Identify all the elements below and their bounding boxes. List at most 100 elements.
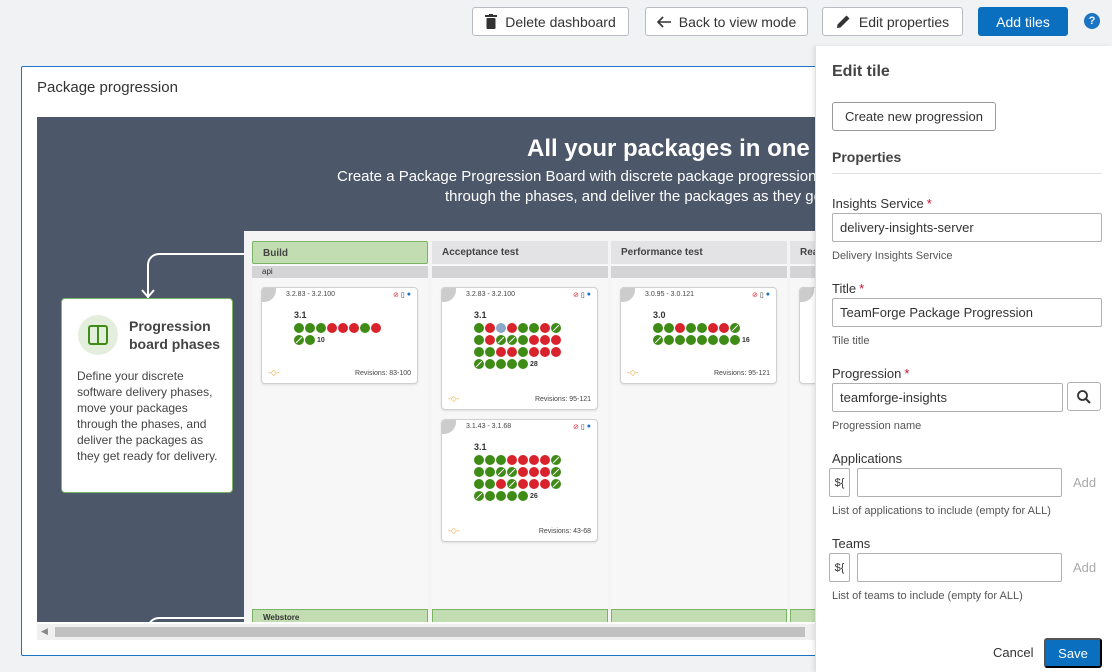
applications-help: List of applications to include (empty f… [832,505,1051,517]
callout-title: Progression board phases [129,318,221,352]
delete-dashboard-label: Delete dashboard [505,13,616,30]
column-header: Build [252,241,428,264]
tile-range: 3.0.95 - 3.0.121 [645,291,695,298]
build-dots: 10 [294,323,434,347]
tile-revisions: Revisions: 95-121 [534,396,591,403]
lane-label: api [252,266,428,278]
lane-label [432,609,608,622]
status-icons: ⊘ ▯ ● [573,291,591,299]
title-field[interactable]: TeamForge Package Progression [832,298,1102,327]
hub-icon: -◇- [268,368,280,377]
column-header: Performance test [611,241,787,264]
divider [832,173,1102,174]
board-preview: Build api Webstore 3.2.83 - 3.2.100 ⊘ ▯ ● … [244,231,827,622]
lane-label [611,266,787,278]
column-acceptance: Acceptance test 3.2.83 - 3.2.100 ⊘ ▯ ● 3.1… [432,241,608,622]
applications-variable-button[interactable]: ${ [829,468,850,497]
teams-label: Teams [832,536,871,551]
package-tile: 3.2.83 - 3.2.100 ⊘ ▯ ● 3.1 10 -◇- Revision… [261,287,418,384]
add-tiles-button[interactable]: Add tiles [978,7,1068,36]
back-to-view-button[interactable]: Back to view mode [645,7,808,36]
tile-revisions: Revisions: 83-100 [354,370,411,377]
tile-range: 3.2.83 - 3.2.100 [466,291,516,298]
banner-title: All your packages in one bo [527,135,827,162]
insights-service-label: Insights Service * [832,196,932,211]
scroll-left-icon[interactable]: ◀ [41,626,48,637]
hub-icon: -◇- [448,394,460,403]
dot-count: 26 [530,493,538,500]
columns-icon [78,315,118,355]
onboarding-banner: All your packages in one bo Create a Pac… [37,117,827,622]
column-performance: Performance test 3.0.95 - 3.0.121 ⊘ ▯ ● 3.… [611,241,787,622]
insights-service-field[interactable]: delivery-insights-server [832,213,1102,242]
delete-dashboard-button[interactable]: Delete dashboard [472,7,629,36]
progression-phases-callout: Progression board phases Define your dis… [61,298,233,493]
teams-add-link[interactable]: Add [1073,560,1096,575]
create-progression-button[interactable]: Create new progression [832,102,996,131]
tile-version: 3.1 [294,310,307,320]
package-progression-tile[interactable]: Package progression All your packages in… [21,66,841,656]
panel-title: Edit tile [832,63,890,80]
dot-count: 16 [742,337,750,344]
build-dots: 26 [474,455,614,503]
cancel-button[interactable]: Cancel [993,645,1033,660]
connector-line [147,253,247,298]
properties-heading: Properties [832,149,902,165]
hub-icon: -◇- [627,368,639,377]
help-icon[interactable]: ? [1084,13,1100,29]
tile-title: Package progression [37,79,178,96]
tile-version: 3.1 [474,442,487,452]
column-header: Acceptance test [432,241,608,264]
package-tile: 3.0.95 - 3.0.121 ⊘ ▯ ● 3.0 16 -◇- Revision… [620,287,777,384]
hub-icon: -◇- [448,526,460,535]
applications-add-link[interactable]: Add [1073,475,1096,490]
build-dots: 16 [653,323,793,347]
pencil-icon [836,15,850,28]
package-tile: 3.1.43 - 3.1.68 ⊘ ▯ ● 3.1 26 -◇- Revisions… [441,419,598,542]
teams-variable-button[interactable]: ${ [829,553,850,582]
progression-label: Progression * [832,366,910,381]
search-icon [1077,389,1091,404]
build-dots: 28 [474,323,614,371]
status-icons: ⊘ ▯ ● [752,291,770,299]
search-button[interactable] [1067,382,1101,411]
insights-service-help: Delivery Insights Service [832,250,953,262]
status-icons: ⊘ ▯ ● [573,423,591,431]
trash-icon [485,14,498,29]
title-label: Title * [832,281,865,296]
scrollbar-thumb[interactable] [55,627,805,637]
status-icons: ⊘ ▯ ● [393,291,411,299]
title-help: Tile title [832,335,870,347]
tile-version: 3.1 [474,310,487,320]
edit-properties-label: Edit properties [858,13,950,30]
banner-subtitle-line1: Create a Package Progression Board with … [337,168,827,185]
teams-help: List of teams to include (empty for ALL) [832,590,1023,602]
dot-count: 10 [317,337,325,344]
back-to-view-label: Back to view mode [678,13,797,30]
column-build: Build api Webstore 3.2.83 - 3.2.100 ⊘ ▯ ● … [252,241,428,622]
tile-revisions: Revisions: 43-68 [538,528,591,535]
applications-input[interactable] [857,468,1062,497]
arrow-left-icon [656,15,671,28]
edit-tile-panel: Edit tile Create new progression Propert… [815,46,1112,672]
connector-line-bottom [147,617,247,622]
progression-field[interactable]: teamforge-insights [832,383,1063,412]
lane-label: Webstore [252,609,428,622]
tile-version: 3.0 [653,310,666,320]
save-button[interactable]: Save [1044,638,1102,668]
progression-help: Progression name [832,420,922,432]
package-tile: 3.2.83 - 3.2.100 ⊘ ▯ ● 3.1 28 -◇- Revision… [441,287,598,410]
applications-label: Applications [832,451,903,466]
add-tiles-label: Add tiles [996,13,1050,30]
lane-label [611,609,787,622]
tile-revisions: Revisions: 95-121 [713,370,770,377]
banner-subtitle-line2: through the phases, and deliver the pack… [445,188,827,205]
tile-range: 3.1.43 - 3.1.68 [466,423,512,430]
horizontal-scrollbar[interactable]: ◀ [37,624,827,640]
callout-body: Define your discrete software delivery p… [77,369,218,463]
teams-input[interactable] [857,553,1062,582]
top-toolbar: Delete dashboard Back to view mode Edit … [0,0,1112,46]
edit-properties-button[interactable]: Edit properties [822,7,963,36]
dot-count: 28 [530,361,538,368]
banner-subtitle: Create a Package Progression Board with … [337,167,827,207]
